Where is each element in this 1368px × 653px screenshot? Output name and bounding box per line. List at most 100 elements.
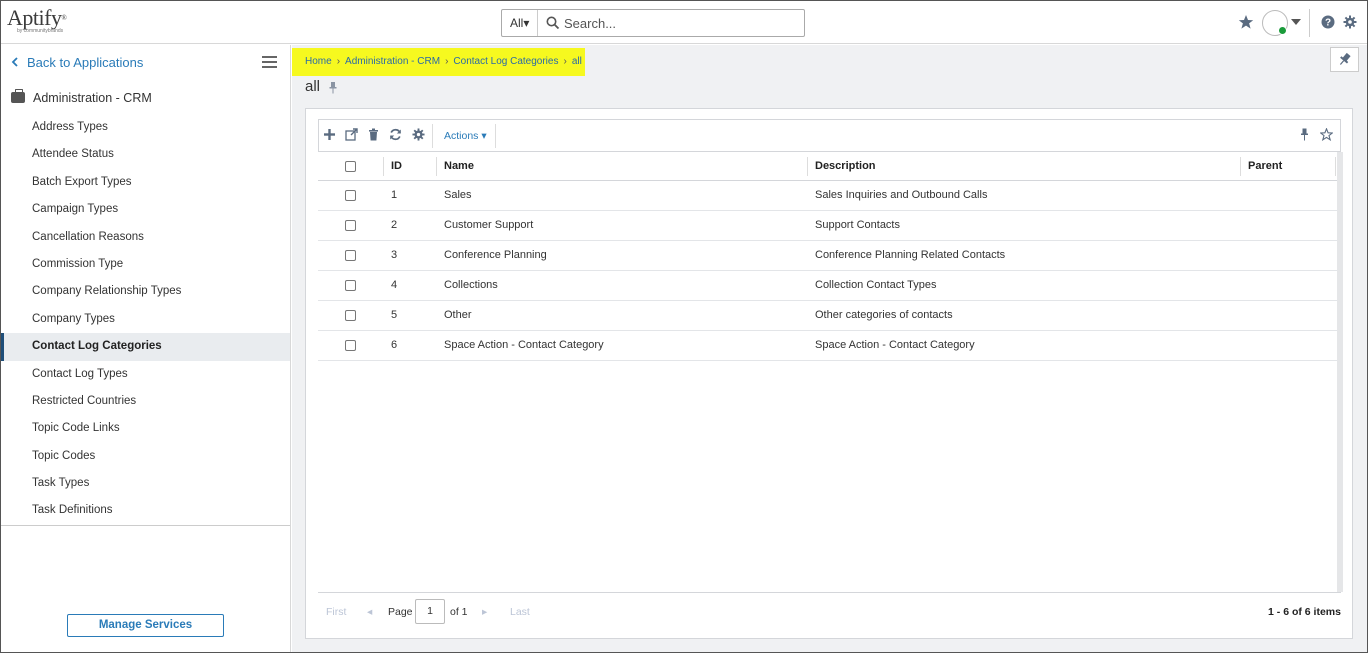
breadcrumb-current: all [571,56,582,67]
column-header-name[interactable]: Name [444,152,474,180]
breadcrumb-separator-icon: › [563,56,567,67]
sidebar-item-restricted-countries[interactable]: Restricted Countries [1,388,290,415]
actions-dropdown[interactable]: Actions ▾ [444,130,487,142]
row-checkbox[interactable] [345,280,356,291]
logo-registered: ® [61,14,67,22]
pin-page-button[interactable] [1330,47,1359,72]
logo-text: Aptify [7,5,62,30]
table-row[interactable]: 2 Customer Support Support Contacts [318,211,1337,241]
favorites-star-icon[interactable] [1238,14,1254,30]
table-row[interactable]: 6 Space Action - Contact Category Space … [318,331,1337,361]
cell-name: Customer Support [444,219,534,231]
search-scope-dropdown[interactable]: All▾ [502,10,538,36]
search-input[interactable] [564,13,794,33]
row-checkbox[interactable] [345,310,356,321]
sidebar-item-attendee-status[interactable]: Attendee Status [1,141,290,168]
breadcrumb-separator-icon: › [445,56,449,67]
pin-icon [1339,52,1351,65]
row-checkbox[interactable] [345,340,356,351]
sidebar-item-commission-type[interactable]: Commission Type [1,251,290,278]
sidebar-item-address-types[interactable]: Address Types [1,114,290,141]
column-divider [383,157,384,176]
pin-icon[interactable] [1298,128,1311,141]
select-all-checkbox[interactable] [345,161,356,172]
global-search: All▾ [501,9,805,37]
search-icon [546,16,560,30]
sidebar-item-contact-log-types[interactable]: Contact Log Types [1,361,290,388]
sidebar-item-topic-codes[interactable]: Topic Codes [1,443,290,470]
cell-name: Sales [444,189,472,201]
cell-name: Collections [444,279,498,291]
back-label: Back to Applications [27,55,144,70]
aptify-logo[interactable]: Aptify® by communitybrands [7,7,73,41]
pager-next-icon[interactable]: ▸ [482,606,487,618]
cell-id: 3 [391,249,398,261]
breadcrumb-contact-log-categories[interactable]: Contact Log Categories [453,56,558,67]
cell-description: Support Contacts [815,219,900,231]
column-header-description[interactable]: Description [815,152,876,180]
table-row[interactable]: 1 Sales Sales Inquiries and Outbound Cal… [318,181,1337,211]
pager-page-input[interactable]: 1 [415,599,445,624]
cell-name: Other [444,309,472,321]
breadcrumb-administration-crm[interactable]: Administration - CRM [345,56,440,67]
add-icon[interactable] [323,128,336,141]
grid-settings-gear-icon[interactable] [412,128,425,141]
user-menu-chevron-down-icon[interactable] [1291,19,1301,25]
row-checkbox[interactable] [345,190,356,201]
cell-id: 1 [391,189,398,201]
table-row[interactable]: 3 Conference Planning Conference Plannin… [318,241,1337,271]
pagination-bar: First ◂ Page 1 of 1 ▸ Last 1 - 6 of 6 it… [318,592,1341,631]
breadcrumb: Home › Administration - CRM › Contact Log Ca… [292,48,585,76]
cell-name: Space Action - Contact Category [444,339,604,351]
sidebar-item-company-relationship-types[interactable]: Company Relationship Types [1,278,290,305]
grid-toolbar: Actions ▾ [318,119,1341,152]
row-checkbox[interactable] [345,250,356,261]
cell-description: Collection Contact Types [815,279,937,291]
chevron-left-icon [11,57,18,67]
cell-description: Sales Inquiries and Outbound Calls [815,189,988,201]
refresh-icon[interactable] [389,128,402,141]
pager-first-button[interactable]: First [326,606,346,618]
delete-trash-icon[interactable] [367,128,380,141]
cell-description: Conference Planning Related Contacts [815,249,1006,261]
svg-text:?: ? [1325,18,1331,29]
row-checkbox[interactable] [345,220,356,231]
sidebar-item-batch-export-types[interactable]: Batch Export Types [1,169,290,196]
sidebar-item-task-types[interactable]: Task Types [1,470,290,497]
cell-id: 4 [391,279,398,291]
top-header: Aptify® by communitybrands All▾ ? [1,1,1367,44]
column-header-parent[interactable]: Parent [1248,152,1282,180]
online-status-dot [1278,26,1287,35]
settings-gear-icon[interactable] [1343,15,1357,29]
pager-prev-icon[interactable]: ◂ [367,606,372,618]
help-icon[interactable]: ? [1321,15,1335,29]
sidebar-item-campaign-types[interactable]: Campaign Types [1,196,290,223]
sidebar-item-company-types[interactable]: Company Types [1,306,290,333]
table-row[interactable]: 4 Collections Collection Contact Types [318,271,1337,301]
sidebar-item-contact-log-categories[interactable]: Contact Log Categories [1,333,290,361]
grid-panel: Actions ▾ ID Name Description Parent 1 S… [305,108,1353,639]
sidebar-divider [1,525,290,526]
pin-icon[interactable] [328,82,338,94]
favorite-star-outline-icon[interactable] [1320,128,1333,141]
cell-description: Other categories of contacts [815,309,953,321]
breadcrumb-home[interactable]: Home [305,56,332,67]
manage-services-button[interactable]: Manage Services [67,614,224,637]
sidebar-item-topic-code-links[interactable]: Topic Code Links [1,415,290,442]
column-header-id[interactable]: ID [391,152,402,180]
table-row[interactable]: 5 Other Other categories of contacts [318,301,1337,331]
cell-id: 5 [391,309,398,321]
open-external-icon[interactable] [345,128,358,141]
sidebar-item-task-definitions[interactable]: Task Definitions [1,497,290,524]
cell-id: 6 [391,339,398,351]
pager-last-button[interactable]: Last [510,606,530,618]
pager-of-label: of 1 [450,606,468,618]
pager-item-count: 1 - 6 of 6 items [1268,606,1341,618]
grid-scrollbar[interactable] [1337,152,1343,592]
pager-page-label: Page [388,606,413,618]
back-to-applications-link[interactable]: Back to Applications [11,55,143,71]
main-content: Home › Administration - CRM › Contact Log Ca… [292,45,1367,652]
column-divider [807,157,808,176]
sidebar-item-cancellation-reasons[interactable]: Cancellation Reasons [1,224,290,251]
hamburger-menu-icon[interactable] [262,56,277,69]
